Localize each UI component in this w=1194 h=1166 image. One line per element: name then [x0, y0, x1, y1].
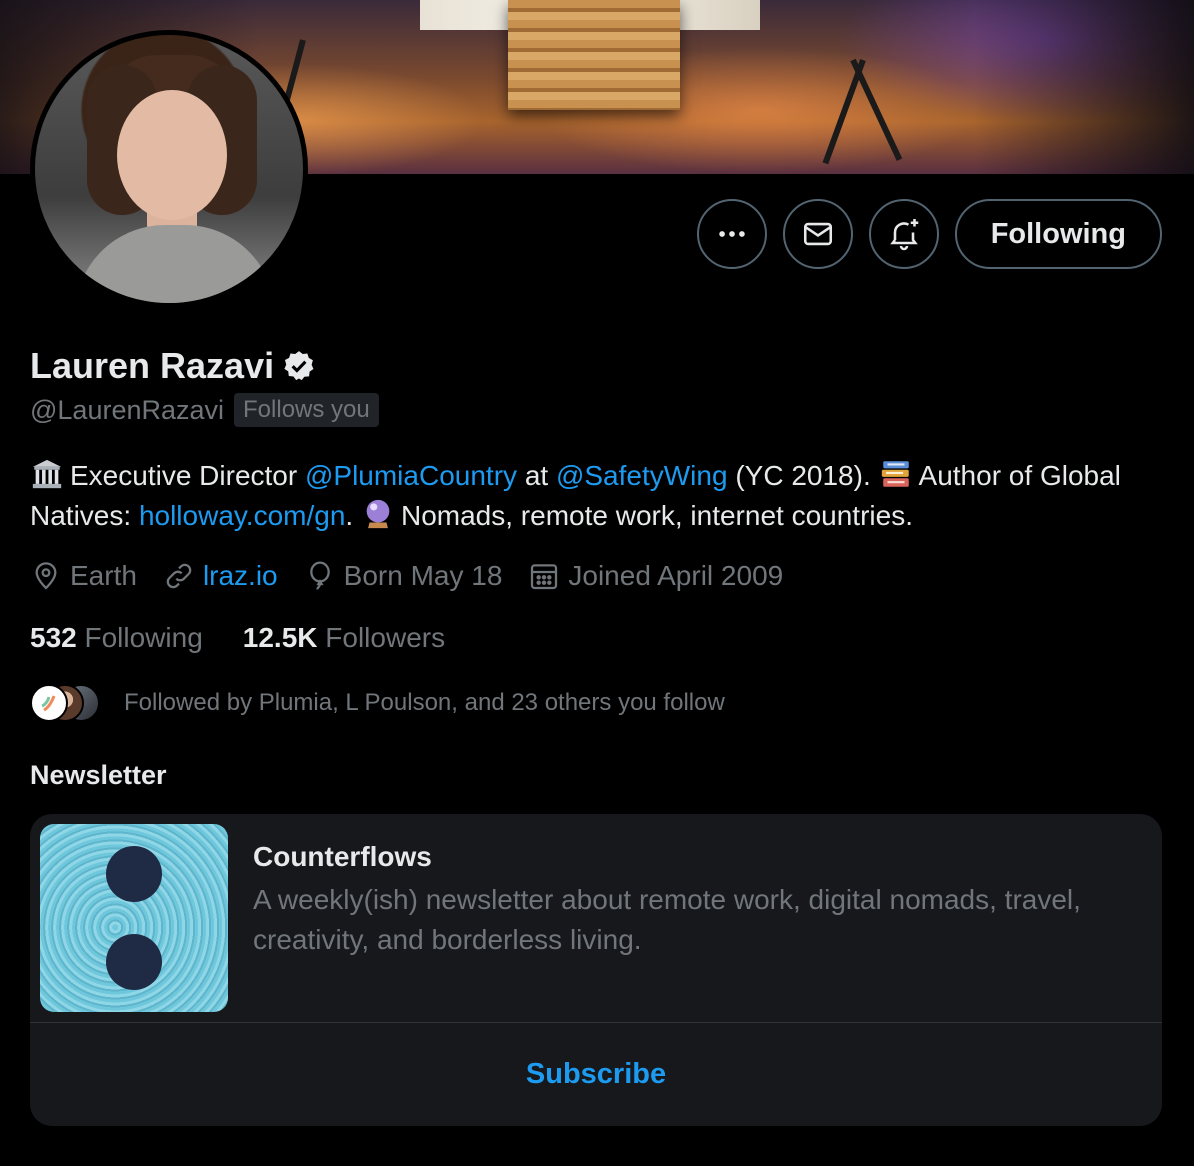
newsletter-section-title: Newsletter [30, 760, 167, 790]
classical-building-icon [32, 459, 62, 489]
following-count: 532 [30, 622, 77, 653]
mention-plumia-link[interactable]: @PlumiaCountry [305, 460, 517, 491]
verified-badge-icon [284, 351, 314, 381]
profile-name-row: Lauren Razavi [30, 345, 316, 387]
plumia-logo-icon [41, 695, 56, 712]
banner-tripod [822, 58, 866, 165]
bio-text: Nomads, remote work, internet countries. [400, 500, 913, 531]
bell-plus-icon [889, 219, 918, 251]
newsletter-name: Counterflows [253, 841, 432, 872]
followed-by-text: Followed by Plumia, L Poulson, and 23 ot… [124, 689, 725, 716]
banner-shade-right [974, 0, 1194, 174]
followed-by-avatars [30, 684, 102, 722]
logo-dot [106, 934, 162, 990]
joined-item: Joined April 2009 [528, 560, 783, 592]
avatar-shirt [75, 225, 275, 303]
more-icon [718, 231, 745, 237]
profile-avatar[interactable] [30, 30, 308, 308]
followers-label: Followers [325, 622, 446, 653]
more-button[interactable] [696, 199, 767, 269]
holloway-link[interactable]: holloway.com/gn [139, 500, 345, 531]
following-button[interactable]: Following [954, 199, 1162, 269]
location-pin-icon [35, 562, 57, 590]
calendar-icon [531, 564, 558, 590]
location-text: Earth [70, 560, 137, 591]
follow-counts: 532 Following 12.5K Followers [30, 622, 445, 654]
mini-avatar [30, 684, 68, 722]
joined-text: Joined April 2009 [568, 560, 784, 591]
bio-text: Executive Director [70, 460, 298, 491]
avatar-face [117, 90, 227, 220]
followers-count: 12.5K [242, 622, 318, 653]
followed-by-row[interactable]: Followed by Plumia, L Poulson, and 23 ot… [30, 684, 725, 722]
bio-text: . [345, 500, 354, 531]
mail-icon [803, 222, 832, 246]
website-link[interactable]: lraz.io [203, 560, 278, 592]
follows-you-badge: Follows you [234, 393, 379, 427]
bio-text: at [524, 460, 549, 491]
website-item[interactable]: lraz.io [163, 560, 278, 592]
profile-bio: Executive Director @PlumiaCountry at @Sa… [30, 456, 1160, 536]
subscribe-button[interactable]: Subscribe [30, 1023, 1162, 1126]
birthday-item: Born May 18 [304, 560, 503, 592]
profile-handle-row: @LaurenRazavi Follows you [30, 393, 379, 427]
profile-name: Lauren Razavi [30, 345, 275, 386]
notify-button[interactable] [868, 199, 939, 269]
profile-actions: Following [696, 199, 1162, 269]
profile-meta: Earth lraz.io Born May 18 Joined April 2… [30, 560, 783, 592]
message-button[interactable] [782, 199, 853, 269]
bio-text: (YC 2018). [735, 460, 871, 491]
following-label: Following [84, 622, 203, 653]
balloon-icon [309, 561, 330, 590]
followers-count-link[interactable]: 12.5K Followers [243, 622, 445, 654]
logo-dot [106, 846, 162, 902]
crystal-ball-icon [366, 499, 390, 529]
newsletter-description: A weekly(ish) newsletter about remote wo… [253, 884, 1081, 955]
mention-safetywing-link[interactable]: @SafetyWing [556, 460, 728, 491]
books-icon [881, 461, 909, 487]
following-count-link[interactable]: 532 Following [30, 622, 203, 654]
profile-handle: @LaurenRazavi [30, 394, 225, 425]
birthday-text: Born May 18 [343, 560, 503, 591]
newsletter-card[interactable]: Counterflows A weekly(ish) newsletter ab… [30, 814, 1162, 1126]
link-icon [166, 563, 192, 589]
newsletter-logo [40, 824, 228, 1012]
banner-desk [508, 0, 680, 110]
location-item: Earth [30, 560, 137, 592]
